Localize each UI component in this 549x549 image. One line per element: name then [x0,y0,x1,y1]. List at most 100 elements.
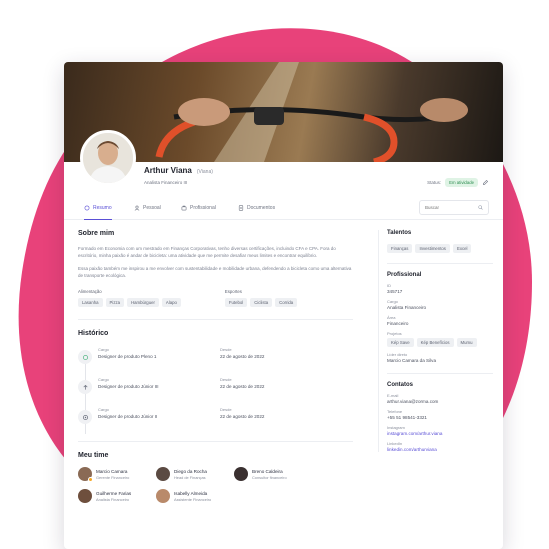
desde-label: Desde [220,377,232,382]
divider [78,441,353,442]
member-role: Assistente Financeiro [174,496,212,502]
food-chip: Lasanha [78,298,103,307]
current-role-icon [78,350,92,364]
talent-chip: Investimentos [415,244,450,253]
cargo-value: Analista Financeiro [387,305,427,310]
history-title: Histórico [78,330,109,337]
projects-label: Projetos [387,331,402,336]
status-area: Status: Em atividade [427,178,489,187]
team-member[interactable]: Isabelly Almeida Assistente Financeiro [156,489,234,503]
search-input[interactable] [425,205,475,210]
team-member[interactable]: Breno Caldeira Consultor financeiro [234,467,312,481]
cargo-value: Designer de produto Júnior II [98,414,158,419]
cargo-label: Cargo [98,347,109,352]
about-paragraph-1: Formado em Economia com um mestrado em F… [78,246,336,258]
tab-pessoal[interactable]: Pessoal [134,196,161,220]
email-value: arthur.viana@zorma.com [387,399,439,404]
project-chip: Mumu [456,338,477,347]
profile-nickname: (Viana) [196,169,213,175]
divider [387,263,493,264]
history-list: Cargo Designer de produto Pleno 1 Desde … [78,345,353,435]
project-chip: Kép Benefícios [416,338,454,347]
briefcase-icon [181,205,187,211]
search-icon [478,205,483,210]
tab-bar: Resumo Pessoal Profissional Documentos [64,196,503,220]
instagram-label: Instagram [387,425,405,430]
phone-value: +55 51 98541-3321 [387,415,427,420]
desde-value: 22 de agosto de 2022 [220,354,265,359]
area-value: Financeiro [387,321,409,326]
member-avatar [156,467,170,481]
cargo-label: Cargo [387,299,398,304]
tab-label: Profissional [190,205,216,211]
member-avatar [234,467,248,481]
talents-list: Finanças Investimentos Excel [387,244,493,253]
cargo-label: Cargo [98,377,109,382]
team-member[interactable]: Guilherme Farias Analista Financeiro [78,489,156,503]
about-title: Sobre mim [78,230,115,237]
id-value: 345717 [387,289,403,294]
profile-name: Arthur Viana [144,166,192,175]
search-box[interactable] [419,200,489,215]
talent-chip: Finanças [387,244,413,253]
desde-label: Desde [220,347,232,352]
member-name: Isabelly Almeida [174,490,208,496]
start-icon [78,410,92,424]
edit-icon[interactable] [482,179,489,186]
food-label: Alimentação [78,289,102,294]
team-title: Meu time [78,452,109,459]
member-avatar [156,489,170,503]
document-icon [238,205,244,211]
tab-resumo[interactable]: Resumo [84,196,112,220]
food-group: Alimentação Lasanha Pizza Hambúrguer Ala… [78,289,181,307]
profile-card: Arthur Viana (Viana) Analista Financeiro… [64,62,503,549]
projects-list: Kép Save Kép Benefícios Mumu [387,338,493,347]
history-item: Cargo Designer de produto Júnior II Desd… [78,405,353,435]
tab-label: Pessoal [143,205,161,211]
home-icon [84,205,90,210]
tab-documentos[interactable]: Documentos [238,196,275,220]
manager-badge-icon [88,477,93,482]
sports-group: Esportes Futebol Ciclista Corrida [224,289,298,307]
sport-chip: Futebol [224,298,248,307]
desde-label: Desde [220,407,232,412]
team-member[interactable]: Diego da Rocha Head de Finanças [156,467,234,481]
member-avatar [78,489,92,503]
status-badge: Em atividade [445,178,478,187]
instagram-link[interactable]: instagram.com/arthur.viana [387,431,493,436]
divider [78,319,353,320]
user-icon [134,205,140,211]
area-label: Área [387,315,396,320]
tab-profissional[interactable]: Profissional [181,196,216,220]
member-role: Gerente Financeiro [96,474,130,480]
desde-value: 22 de agosto de 2022 [220,384,265,389]
contacts-title: Contatos [387,382,413,388]
email-label: E-mail [387,393,399,398]
talents-title: Talentos [387,230,412,236]
team-member[interactable]: Marcio Camara Gerente Financeiro [78,467,156,482]
tab-label: Resumo [93,204,112,211]
history-item: Cargo Designer de produto Pleno 1 Desde … [78,345,353,375]
linkedin-label: LinkedIn [387,441,403,446]
cargo-value: Designer de produto Pleno 1 [98,354,157,359]
project-chip: Kép Save [387,338,414,347]
promotion-icon [78,380,92,394]
divider [387,373,493,374]
member-name: Marcio Camara [96,468,128,474]
food-chip: Alapo [161,298,181,307]
interests: Alimentação Lasanha Pizza Hambúrguer Ala… [78,289,353,307]
cargo-label: Cargo [98,407,109,412]
member-role: Head de Finanças [174,474,206,480]
id-label: ID [387,283,391,288]
food-chip: Hambúrguer [127,298,159,307]
linkedin-link[interactable]: linkedin.com/arthurviana [387,447,493,452]
member-role: Analista Financeiro [96,496,130,502]
profile-avatar [80,130,136,186]
member-name: Guilherme Farias [96,490,132,496]
sport-chip: Ciclista [250,298,273,307]
member-avatar [78,467,93,482]
phone-label: Telefone [387,409,403,414]
profile-role: Analista Financeiro III [144,180,188,185]
talent-chip: Excel [452,244,472,253]
team-list: Marcio Camara Gerente Financeiro Diego da… [78,467,353,503]
